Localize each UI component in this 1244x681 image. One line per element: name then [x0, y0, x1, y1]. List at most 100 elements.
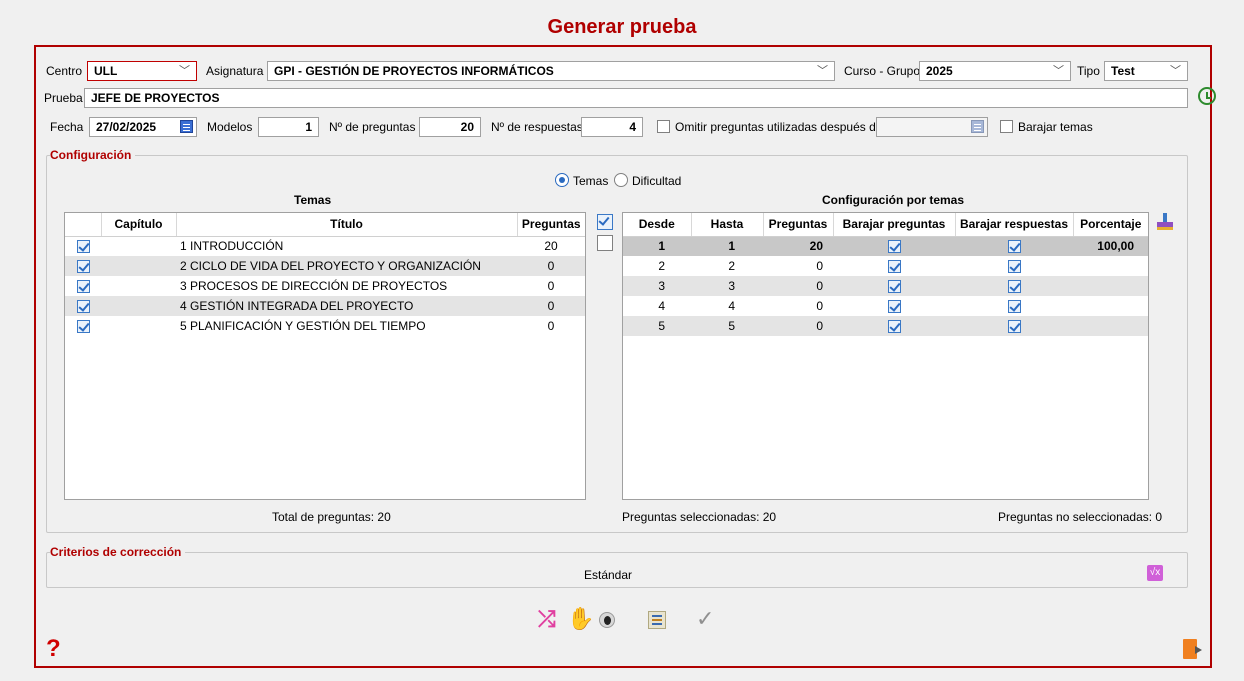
conf-desde[interactable]: 1	[623, 236, 691, 256]
npreguntas-label: Nº de preguntas	[329, 120, 416, 134]
temas-col-titulo[interactable]: Título	[176, 213, 518, 237]
row-preguntas: 0	[547, 319, 555, 333]
conf-hasta[interactable]: 2	[691, 256, 763, 276]
conf-hasta[interactable]: 4	[691, 296, 763, 316]
conf-barajar-preguntas[interactable]	[833, 276, 955, 296]
eye-icon[interactable]	[599, 612, 615, 628]
conf-desde[interactable]: 3	[623, 276, 691, 296]
document-list-icon[interactable]	[648, 611, 666, 629]
row-checkbox[interactable]	[65, 296, 101, 316]
conf-barajar-respuestas[interactable]	[955, 316, 1073, 336]
centro-select[interactable]: ULL ﹀	[87, 61, 197, 81]
omitir-checkbox[interactable]	[657, 120, 670, 133]
history-clock-icon[interactable]	[1198, 87, 1216, 105]
hand-icon[interactable]: ✋	[567, 607, 594, 631]
prueba-value: JEFE DE PROYECTOS	[91, 91, 220, 105]
conf-hasta[interactable]: 1	[691, 236, 763, 256]
conf-desde[interactable]: 5	[623, 316, 691, 336]
conf-barajar-respuestas[interactable]	[955, 256, 1073, 276]
radio-dificultad[interactable]	[614, 173, 628, 187]
conf-preguntas[interactable]: 0	[763, 256, 833, 276]
conf-col-porcentaje[interactable]: Porcentaje	[1073, 213, 1148, 237]
checkmark-icon[interactable]: ✓	[696, 607, 714, 631]
calendar-icon[interactable]	[180, 120, 193, 133]
conf-preguntas[interactable]: 0	[763, 316, 833, 336]
calendar-icon[interactable]	[971, 120, 984, 133]
conf-row[interactable]: 220	[623, 256, 1148, 276]
conf-preguntas[interactable]: 0	[763, 276, 833, 296]
row-titulo: 4 GESTIÓN INTEGRADA DEL PROYECTO	[176, 296, 517, 316]
temas-col-capitulo[interactable]: Capítulo	[101, 213, 177, 237]
fecha-input[interactable]: 27/02/2025	[89, 117, 197, 137]
preguntas-seleccionadas: Preguntas seleccionadas: 20	[622, 510, 777, 524]
conf-col-barajar-respuestas[interactable]: Barajar respuestas	[955, 213, 1074, 237]
conf-desde[interactable]: 4	[623, 296, 691, 316]
row-checkbox[interactable]	[65, 256, 101, 276]
prueba-input[interactable]: JEFE DE PROYECTOS	[84, 88, 1188, 108]
conf-col-hasta[interactable]: Hasta	[691, 213, 764, 237]
conf-preguntas[interactable]: 0	[763, 296, 833, 316]
npreguntas-input[interactable]: 20	[419, 117, 481, 137]
conf-row[interactable]: 550	[623, 316, 1148, 336]
asignatura-select[interactable]: GPI - GESTIÓN DE PROYECTOS INFORMÁTICOS …	[267, 61, 835, 81]
radio-temas[interactable]	[555, 173, 569, 187]
temas-row[interactable]: 1 INTRODUCCIÓN 20	[65, 236, 585, 256]
tipo-select[interactable]: Test ﹀	[1104, 61, 1188, 81]
temas-grid[interactable]: Capítulo Título Preguntas 1 INTRODUCCIÓN…	[64, 212, 586, 500]
shuffle-icon[interactable]: ⤮	[538, 607, 556, 631]
conf-porcentaje	[1073, 276, 1148, 296]
clear-brush-icon[interactable]	[1156, 213, 1174, 231]
window-title: Generar prueba	[547, 16, 697, 38]
barajar-temas-label: Barajar temas	[1018, 120, 1093, 134]
modelos-input[interactable]: 1	[258, 117, 319, 137]
conf-barajar-preguntas[interactable]	[833, 256, 955, 276]
conf-barajar-preguntas[interactable]	[833, 236, 955, 256]
nrespuestas-input[interactable]: 4	[581, 117, 643, 137]
conf-barajar-respuestas[interactable]	[955, 276, 1073, 296]
curso-select[interactable]: 2025 ﹀	[919, 61, 1071, 81]
row-capitulo	[101, 276, 176, 296]
temas-row[interactable]: 3 PROCESOS DE DIRECCIÓN DE PROYECTOS 0	[65, 276, 585, 296]
conf-desde[interactable]: 2	[623, 256, 691, 276]
conf-barajar-preguntas[interactable]	[833, 296, 955, 316]
fecha-value: 27/02/2025	[96, 120, 157, 134]
temas-row[interactable]: 5 PLANIFICACIÓN Y GESTIÓN DEL TIEMPO 0	[65, 316, 585, 336]
row-checkbox[interactable]	[65, 236, 101, 256]
formula-icon[interactable]: √x	[1147, 565, 1163, 581]
conf-row[interactable]: 440	[623, 296, 1148, 316]
conf-barajar-respuestas[interactable]	[955, 296, 1073, 316]
barajar-temas-checkbox[interactable]	[1000, 120, 1013, 133]
conf-barajar-preguntas[interactable]	[833, 316, 955, 336]
row-capitulo	[101, 296, 176, 316]
exit-door-icon[interactable]	[1183, 639, 1202, 659]
temas-row[interactable]: 2 CICLO DE VIDA DEL PROYECTO Y ORGANIZAC…	[65, 256, 585, 276]
main-frame: Centro ULL ﹀ Asignatura GPI - GESTIÓN DE…	[34, 45, 1216, 668]
tipo-value: Test	[1111, 64, 1135, 78]
row-checkbox[interactable]	[65, 276, 101, 296]
conf-porcentaje	[1073, 296, 1148, 316]
temas-row[interactable]: 4 GESTIÓN INTEGRADA DEL PROYECTO 0	[65, 296, 585, 316]
temas-title: Temas	[294, 193, 332, 207]
conf-col-preguntas[interactable]: Preguntas	[763, 213, 834, 237]
conf-hasta[interactable]: 3	[691, 276, 763, 296]
row-preguntas: 0	[517, 256, 585, 276]
row-checkbox[interactable]	[65, 316, 101, 336]
help-icon[interactable]: ?	[46, 637, 61, 661]
temas-col-preguntas[interactable]: Preguntas	[517, 213, 585, 237]
conf-row[interactable]: 1 1 20 100,00	[623, 236, 1148, 256]
conf-temas-grid[interactable]: Desde Hasta Preguntas Barajar preguntas …	[622, 212, 1149, 500]
omitir-label: Omitir preguntas utilizadas después de	[675, 120, 883, 134]
chevron-down-icon: ﹀	[179, 65, 190, 77]
conf-row[interactable]: 330	[623, 276, 1148, 296]
asignatura-label: Asignatura	[206, 64, 264, 78]
temas-col-check	[65, 213, 102, 237]
conf-col-barajar-preguntas[interactable]: Barajar preguntas	[833, 213, 956, 237]
chevron-down-icon: ﹀	[817, 65, 828, 77]
omitir-date-input[interactable]	[876, 117, 988, 137]
conf-col-desde[interactable]: Desde	[623, 213, 692, 237]
conf-hasta[interactable]: 5	[691, 316, 763, 336]
select-all-checkbox[interactable]	[597, 214, 613, 230]
conf-barajar-respuestas[interactable]	[955, 236, 1073, 256]
select-none-checkbox[interactable]	[597, 235, 613, 251]
conf-preguntas[interactable]: 20	[763, 236, 833, 256]
